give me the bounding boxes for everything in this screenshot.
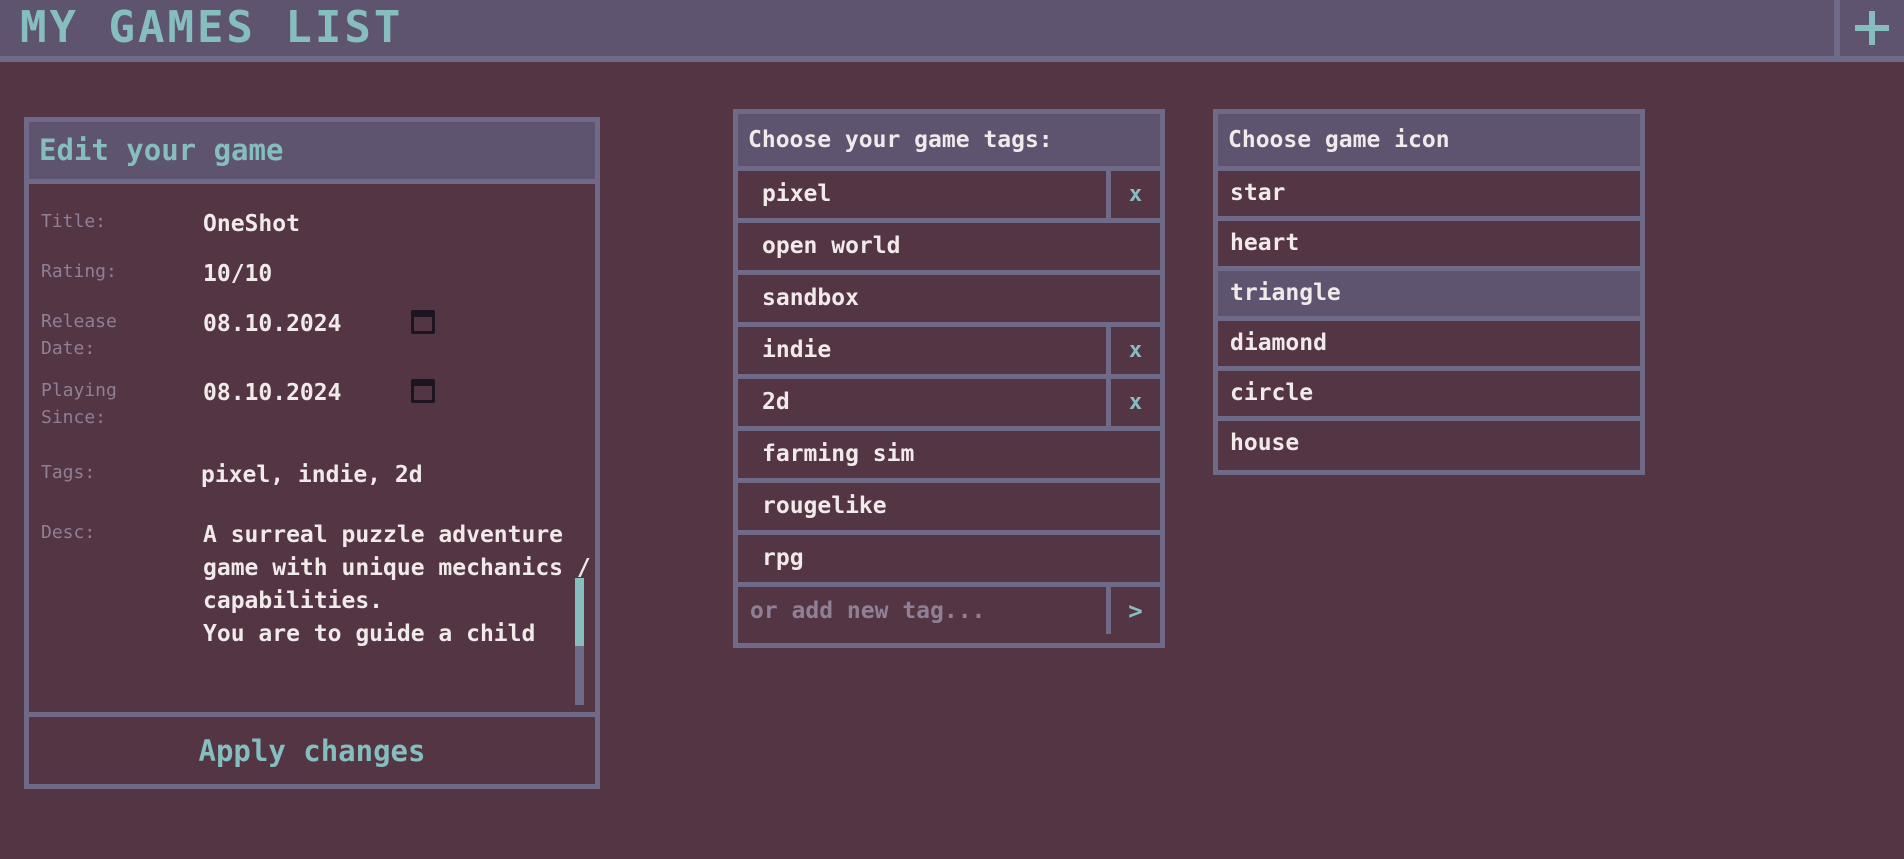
remove-tag-icon[interactable]: x xyxy=(1106,171,1160,218)
desc-label: Desc: xyxy=(41,522,96,543)
release-date-label: Release Date: xyxy=(41,308,191,362)
add-tag-button[interactable]: > xyxy=(1106,587,1160,634)
desc-line: You are to guide a child xyxy=(203,621,536,647)
tag-label: open world xyxy=(762,233,901,259)
tags-panel: Choose your game tags: pixel x open worl… xyxy=(733,109,1165,648)
app-header: MY GAMES LIST xyxy=(0,0,1904,62)
title-field[interactable]: OneShot xyxy=(203,210,300,238)
tags-value: pixel, indie, 2d xyxy=(201,462,423,488)
tag-item-2d[interactable]: 2d x xyxy=(738,379,1160,431)
plus-icon xyxy=(1855,11,1889,45)
tag-item-farming-sim[interactable]: farming sim xyxy=(738,431,1160,483)
calendar-icon[interactable] xyxy=(411,379,435,403)
title-label: Title: xyxy=(41,211,107,232)
icon-panel-heading: Choose game icon xyxy=(1218,114,1640,171)
desc-scrollbar[interactable] xyxy=(575,578,584,705)
new-tag-row: > xyxy=(738,587,1160,639)
edit-panel-heading: Edit your game xyxy=(29,122,595,184)
tag-item-indie[interactable]: indie x xyxy=(738,327,1160,379)
playing-since-field[interactable]: 08.10.2024 xyxy=(203,379,341,407)
desc-line: capabilities. xyxy=(203,588,384,614)
release-date-label-line2: Date: xyxy=(41,338,96,359)
desc-textarea[interactable]: A surreal puzzle adventure game with uni… xyxy=(203,519,593,651)
desc-line: game with unique mechanics / xyxy=(203,555,591,581)
playing-since-label-line2: Since: xyxy=(41,407,107,428)
icon-option-diamond[interactable]: diamond xyxy=(1218,321,1640,371)
tag-label: farming sim xyxy=(762,441,915,467)
calendar-icon[interactable] xyxy=(411,310,435,334)
tag-label: pixel xyxy=(762,181,832,207)
icon-panel: Choose game icon star heart triangle dia… xyxy=(1213,109,1645,475)
playing-since-label: Playing Since: xyxy=(41,377,191,431)
rating-label: Rating: xyxy=(41,261,117,282)
tag-label: sandbox xyxy=(762,285,859,311)
icon-option-heart[interactable]: heart xyxy=(1218,221,1640,271)
release-date-label-line1: Release xyxy=(41,311,117,332)
rating-field[interactable]: 10/10 xyxy=(203,260,272,288)
tag-label: rougelike xyxy=(762,493,887,519)
tags-panel-heading: Choose your game tags: xyxy=(738,114,1160,171)
add-game-button[interactable] xyxy=(1834,0,1904,56)
icon-option-circle[interactable]: circle xyxy=(1218,371,1640,421)
remove-tag-icon[interactable]: x xyxy=(1106,327,1160,374)
edit-form: Title: OneShot Rating: 10/10 Release Dat… xyxy=(29,184,595,714)
tag-label: rpg xyxy=(762,545,804,571)
apply-changes-button[interactable]: Apply changes xyxy=(29,712,595,784)
tags-label: Tags: xyxy=(41,462,96,483)
tag-item-rougelike[interactable]: rougelike xyxy=(738,483,1160,535)
desc-scrollbar-thumb[interactable] xyxy=(575,578,584,646)
app-title: MY GAMES LIST xyxy=(20,2,404,53)
new-tag-input[interactable] xyxy=(738,587,1101,634)
tag-item-rpg[interactable]: rpg xyxy=(738,535,1160,587)
tag-item-sandbox[interactable]: sandbox xyxy=(738,275,1160,327)
release-date-field[interactable]: 08.10.2024 xyxy=(203,310,341,338)
icon-option-star[interactable]: star xyxy=(1218,171,1640,221)
remove-tag-icon[interactable]: x xyxy=(1106,379,1160,426)
playing-since-label-line1: Playing xyxy=(41,380,117,401)
desc-line: A surreal puzzle adventure xyxy=(203,522,564,548)
icon-option-house[interactable]: house xyxy=(1218,421,1640,471)
tag-label: 2d xyxy=(762,389,790,415)
tag-label: indie xyxy=(762,337,832,363)
tag-item-pixel[interactable]: pixel x xyxy=(738,171,1160,223)
icon-option-triangle[interactable]: triangle xyxy=(1218,271,1640,321)
edit-game-panel: Edit your game Title: OneShot Rating: 10… xyxy=(24,117,600,789)
tag-item-open-world[interactable]: open world xyxy=(738,223,1160,275)
